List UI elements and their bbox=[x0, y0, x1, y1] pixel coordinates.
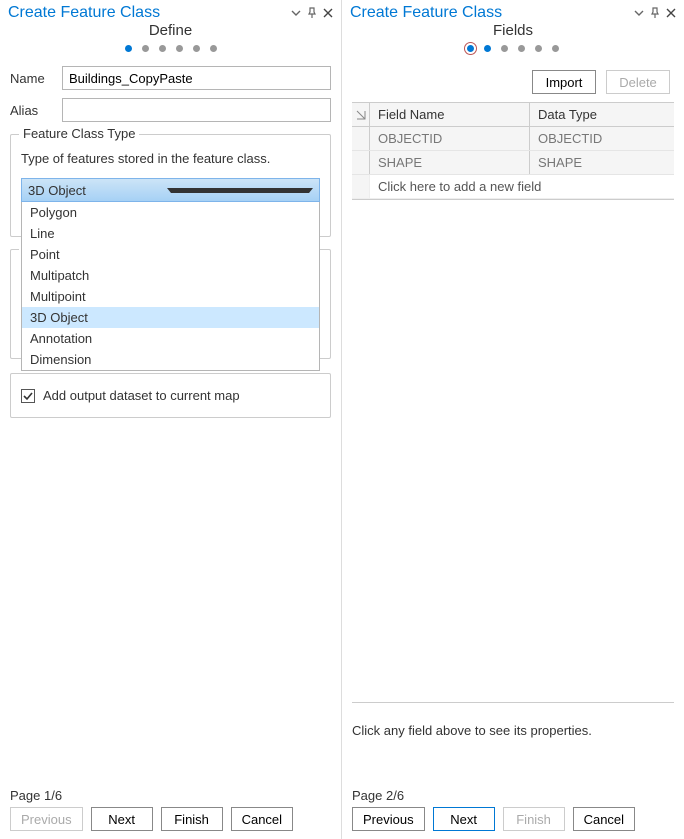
fields-grid: Field Name Data Type OBJECTIDOBJECTIDSHA… bbox=[352, 102, 674, 200]
finish-button: Finish bbox=[503, 807, 565, 831]
pane-fields: Create Feature Class Fields bbox=[342, 0, 684, 839]
pane-title: Create Feature Class bbox=[350, 4, 634, 22]
step-dot-6[interactable] bbox=[552, 45, 559, 52]
pane-title: Create Feature Class bbox=[8, 4, 291, 22]
import-button[interactable]: Import bbox=[532, 70, 596, 94]
table-row[interactable]: SHAPESHAPE bbox=[352, 151, 674, 175]
step-dot-4[interactable] bbox=[176, 45, 183, 52]
step-dot-5[interactable] bbox=[535, 45, 542, 52]
chevron-down-icon bbox=[167, 188, 314, 193]
chevron-down-icon[interactable] bbox=[291, 8, 301, 18]
name-input[interactable] bbox=[62, 66, 331, 90]
pane-header: Create Feature Class bbox=[0, 0, 341, 24]
grid-header: Field Name Data Type bbox=[352, 103, 674, 127]
step-dot-1[interactable] bbox=[125, 45, 132, 52]
step-dot-3[interactable] bbox=[501, 45, 508, 52]
cell-datatype[interactable]: SHAPE bbox=[530, 151, 674, 174]
properties-hint: Click any field above to see its propert… bbox=[352, 723, 674, 738]
header-icons bbox=[291, 7, 333, 19]
fctype-option[interactable]: Multipatch bbox=[22, 265, 319, 286]
pin-icon[interactable] bbox=[307, 7, 317, 19]
page-indicator: Page 2/6 bbox=[352, 788, 674, 803]
page-indicator: Page 1/6 bbox=[10, 788, 331, 803]
divider bbox=[352, 702, 674, 703]
feature-class-type-fieldset: Feature Class Type Type of features stor… bbox=[10, 134, 331, 237]
add-to-map-row[interactable]: Add output dataset to current map bbox=[10, 373, 331, 418]
step-dot-5[interactable] bbox=[193, 45, 200, 52]
pane-define: Create Feature Class Define bbox=[0, 0, 342, 839]
fctype-option[interactable]: Polygon bbox=[22, 202, 319, 223]
fctype-option[interactable]: Annotation bbox=[22, 328, 319, 349]
fctype-option[interactable]: Point bbox=[22, 244, 319, 265]
alias-label: Alias bbox=[10, 103, 62, 118]
step-dot-3[interactable] bbox=[159, 45, 166, 52]
add-field-placeholder[interactable]: Click here to add a new field bbox=[370, 175, 674, 198]
fctype-option[interactable]: 3D Object bbox=[22, 307, 319, 328]
fctype-combo-box[interactable]: 3D Object bbox=[21, 178, 320, 202]
step-subtitle: Fields bbox=[342, 22, 684, 39]
grid-corner-icon[interactable] bbox=[352, 103, 370, 126]
fctype-title: Feature Class Type bbox=[19, 126, 139, 141]
fields-content: Field Name Data Type OBJECTIDOBJECTIDSHA… bbox=[342, 102, 684, 784]
fctype-dropdown-list[interactable]: PolygonLinePointMultipatchMultipoint3D O… bbox=[21, 202, 320, 371]
col-fieldname[interactable]: Field Name bbox=[370, 103, 530, 126]
step-subtitle: Define bbox=[0, 22, 341, 39]
close-icon[interactable] bbox=[323, 8, 333, 18]
next-button[interactable]: Next bbox=[433, 807, 495, 831]
delete-button: Delete bbox=[606, 70, 670, 94]
step-dot-2[interactable] bbox=[142, 45, 149, 52]
step-dots bbox=[342, 45, 684, 52]
add-to-map-label: Add output dataset to current map bbox=[43, 388, 240, 403]
next-button[interactable]: Next bbox=[91, 807, 153, 831]
alias-input[interactable] bbox=[62, 98, 331, 122]
step-dots bbox=[0, 45, 341, 52]
fctype-combo[interactable]: 3D Object PolygonLinePointMultipatchMult… bbox=[21, 178, 320, 202]
finish-button[interactable]: Finish bbox=[161, 807, 223, 831]
previous-button[interactable]: Previous bbox=[352, 807, 425, 831]
footer-left: Page 1/6 Previous Next Finish Cancel bbox=[0, 784, 341, 839]
fctype-option[interactable]: Dimension bbox=[22, 349, 319, 370]
cell-fieldname[interactable]: SHAPE bbox=[370, 151, 530, 174]
fctype-option[interactable]: Line bbox=[22, 223, 319, 244]
cell-datatype[interactable]: OBJECTID bbox=[530, 127, 674, 150]
step-dot-4[interactable] bbox=[518, 45, 525, 52]
name-label: Name bbox=[10, 71, 62, 86]
pane-header: Create Feature Class bbox=[342, 0, 684, 24]
footer-right: Page 2/6 Previous Next Finish Cancel bbox=[342, 784, 684, 839]
cancel-button[interactable]: Cancel bbox=[231, 807, 293, 831]
pin-icon[interactable] bbox=[650, 7, 660, 19]
chevron-down-icon[interactable] bbox=[634, 8, 644, 18]
cell-fieldname[interactable]: OBJECTID bbox=[370, 127, 530, 150]
step-dot-2[interactable] bbox=[484, 45, 491, 52]
close-icon[interactable] bbox=[666, 8, 676, 18]
fctype-selected: 3D Object bbox=[28, 183, 167, 198]
cancel-button[interactable]: Cancel bbox=[573, 807, 635, 831]
step-dot-6[interactable] bbox=[210, 45, 217, 52]
table-row[interactable]: OBJECTIDOBJECTID bbox=[352, 127, 674, 151]
step-dot-1[interactable] bbox=[467, 45, 474, 52]
col-datatype[interactable]: Data Type bbox=[530, 103, 674, 126]
grid-add-row[interactable]: Click here to add a new field bbox=[352, 175, 674, 199]
previous-button: Previous bbox=[10, 807, 83, 831]
header-icons bbox=[634, 7, 676, 19]
add-to-map-checkbox[interactable] bbox=[21, 389, 35, 403]
fctype-option[interactable]: Multipoint bbox=[22, 286, 319, 307]
fctype-desc: Type of features stored in the feature c… bbox=[21, 151, 320, 166]
define-content: Name Alias Feature Class Type Type of fe… bbox=[0, 66, 341, 784]
